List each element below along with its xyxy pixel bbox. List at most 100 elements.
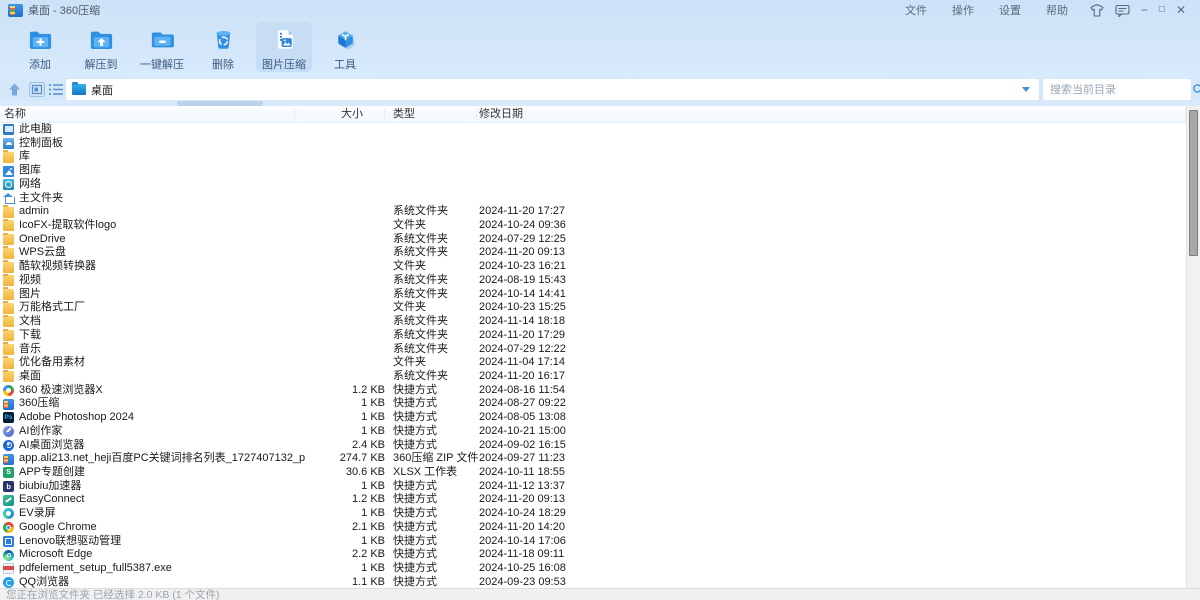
- file-row[interactable]: 此电脑: [0, 123, 1186, 137]
- file-date: 2024-11-04 17:14: [477, 356, 1186, 370]
- file-row[interactable]: Adobe Photoshop 20241 KB快捷方式2024-08-05 1…: [0, 411, 1186, 425]
- feedback-icon[interactable]: [1115, 4, 1130, 17]
- maximize-button[interactable]: □: [1159, 5, 1165, 15]
- file-row[interactable]: 酷软视频转换器文件夹2024-10-23 16:21: [0, 260, 1186, 274]
- delete-button[interactable]: 删除: [195, 22, 251, 72]
- file-type: 文件夹: [385, 219, 477, 233]
- file-name: 优化备用素材: [0, 356, 295, 370]
- column-header-name[interactable]: 名称: [0, 106, 295, 123]
- file-row[interactable]: 主文件夹: [0, 192, 1186, 206]
- up-directory-icon[interactable]: [8, 82, 21, 97]
- file-row[interactable]: biubiu加速器1 KB快捷方式2024-11-12 13:37: [0, 480, 1186, 494]
- file-row[interactable]: admin系统文件夹2024-11-20 17:27: [0, 205, 1186, 219]
- column-header-type[interactable]: 类型: [385, 106, 477, 123]
- lenovo-file-icon: [3, 536, 14, 547]
- menu-settings[interactable]: 设置: [999, 2, 1021, 18]
- vertical-scrollbar-thumb[interactable]: [1189, 110, 1198, 256]
- file-type: [385, 137, 477, 151]
- file-date: 2024-11-20 14:20: [477, 521, 1186, 535]
- file-size: [295, 178, 385, 192]
- folder-file-icon: [3, 316, 14, 327]
- file-row[interactable]: 图片系统文件夹2024-10-14 14:41: [0, 288, 1186, 302]
- search-input[interactable]: [1043, 84, 1192, 96]
- skin-theme-icon[interactable]: [1090, 4, 1104, 17]
- file-row[interactable]: AI创作家1 KB快捷方式2024-10-21 15:00: [0, 425, 1186, 439]
- extract-to-icon: [88, 26, 115, 53]
- file-type: 快捷方式: [385, 521, 477, 535]
- file-row[interactable]: 下载系统文件夹2024-11-20 17:29: [0, 329, 1186, 343]
- biubiu-file-icon: [3, 481, 14, 492]
- folder-file-icon: [3, 330, 14, 341]
- file-date: 2024-11-20 17:29: [477, 329, 1186, 343]
- menu-help[interactable]: 帮助: [1046, 2, 1068, 18]
- minimize-button[interactable]: −: [1141, 4, 1148, 16]
- file-row[interactable]: AI桌面浏览器2.4 KB快捷方式2024-09-02 16:15: [0, 439, 1186, 453]
- file-date: 2024-11-20 09:13: [477, 493, 1186, 507]
- file-size: 1 KB: [295, 480, 385, 494]
- file-row[interactable]: 控制面板: [0, 137, 1186, 151]
- file-size: [295, 219, 385, 233]
- address-bar[interactable]: 桌面: [66, 79, 1039, 100]
- thumbnail-view-icon[interactable]: [29, 82, 45, 97]
- file-row[interactable]: Google Chrome2.1 KB快捷方式2024-11-20 14:20: [0, 521, 1186, 535]
- file-name: 主文件夹: [0, 192, 295, 206]
- add-button[interactable]: 添加: [12, 22, 68, 72]
- file-row[interactable]: APP专题创建30.6 KBXLSX 工作表2024-10-11 18:55: [0, 466, 1186, 480]
- file-row[interactable]: 360 极速浏览器X1.2 KB快捷方式2024-08-16 11:54: [0, 384, 1186, 398]
- file-row[interactable]: 桌面系统文件夹2024-11-20 16:17: [0, 370, 1186, 384]
- file-row[interactable]: IcoFX-提取软件logo文件夹2024-10-24 09:36: [0, 219, 1186, 233]
- file-row[interactable]: 万能格式工厂文件夹2024-10-23 15:25: [0, 301, 1186, 315]
- close-button[interactable]: ✕: [1176, 4, 1186, 16]
- file-row[interactable]: WPS云盘系统文件夹2024-11-20 09:13: [0, 246, 1186, 260]
- column-header-size[interactable]: 大小: [295, 106, 385, 123]
- file-date: 2024-09-02 16:15: [477, 439, 1186, 453]
- file-row[interactable]: 360压缩1 KB快捷方式2024-08-27 09:22: [0, 397, 1186, 411]
- file-type: 快捷方式: [385, 384, 477, 398]
- file-row[interactable]: app.ali213.net_heji百度PC关键词排名列表_172740713…: [0, 452, 1186, 466]
- tools-button[interactable]: 工具: [317, 22, 373, 72]
- tools-icon: [332, 26, 359, 53]
- file-row[interactable]: 网络: [0, 178, 1186, 192]
- image-compress-button[interactable]: 图片压缩: [256, 22, 312, 72]
- file-name: 下载: [0, 329, 295, 343]
- control-file-icon: [3, 138, 14, 149]
- folder-file-icon: [3, 220, 14, 231]
- file-date: 2024-11-20 09:13: [477, 246, 1186, 260]
- vertical-scrollbar[interactable]: [1186, 106, 1200, 588]
- file-name: 图片: [0, 288, 295, 302]
- column-header-date[interactable]: 修改日期: [477, 106, 1186, 123]
- file-row[interactable]: Microsoft Edge2.2 KB快捷方式2024-11-18 09:11: [0, 548, 1186, 562]
- delete-icon: [210, 26, 237, 53]
- file-date: 2024-08-27 09:22: [477, 397, 1186, 411]
- file-name: 控制面板: [0, 137, 295, 151]
- search-icon[interactable]: [1192, 83, 1200, 96]
- file-row[interactable]: pdfelement_setup_full5387.exe1 KB快捷方式202…: [0, 562, 1186, 576]
- file-type: 快捷方式: [385, 411, 477, 425]
- file-row[interactable]: 库: [0, 150, 1186, 164]
- folder-file-icon: [3, 289, 14, 300]
- file-row[interactable]: 视频系统文件夹2024-08-19 15:43: [0, 274, 1186, 288]
- extract-to-button[interactable]: 解压到: [73, 22, 129, 72]
- file-row[interactable]: EasyConnect1.2 KB快捷方式2024-11-20 09:13: [0, 493, 1186, 507]
- file-type: 快捷方式: [385, 548, 477, 562]
- file-size: 274.7 KB: [295, 452, 385, 466]
- file-type: XLSX 工作表: [385, 466, 477, 480]
- add-archive-icon: [27, 26, 54, 53]
- file-row[interactable]: 音乐系统文件夹2024-07-29 12:22: [0, 343, 1186, 357]
- file-row[interactable]: Lenovo联想驱动管理1 KB快捷方式2024-10-14 17:06: [0, 535, 1186, 549]
- address-dropdown-icon[interactable]: [1022, 87, 1030, 92]
- file-row[interactable]: 图库: [0, 164, 1186, 178]
- file-name: Google Chrome: [0, 521, 295, 535]
- menu-file[interactable]: 文件: [905, 2, 927, 18]
- list-view-icon[interactable]: [49, 82, 63, 97]
- file-row[interactable]: 优化备用素材文件夹2024-11-04 17:14: [0, 356, 1186, 370]
- pdf-file-icon: [3, 563, 14, 574]
- file-row[interactable]: 文档系统文件夹2024-11-14 18:18: [0, 315, 1186, 329]
- menu-actions[interactable]: 操作: [952, 2, 974, 18]
- file-row[interactable]: EV录屏1 KB快捷方式2024-10-24 18:29: [0, 507, 1186, 521]
- file-size: [295, 123, 385, 137]
- one-click-extract-button[interactable]: 一键解压: [134, 22, 190, 72]
- file-date: 2024-08-05 13:08: [477, 411, 1186, 425]
- zip360-file-icon: [3, 399, 14, 410]
- file-row[interactable]: OneDrive系统文件夹2024-07-29 12:25: [0, 233, 1186, 247]
